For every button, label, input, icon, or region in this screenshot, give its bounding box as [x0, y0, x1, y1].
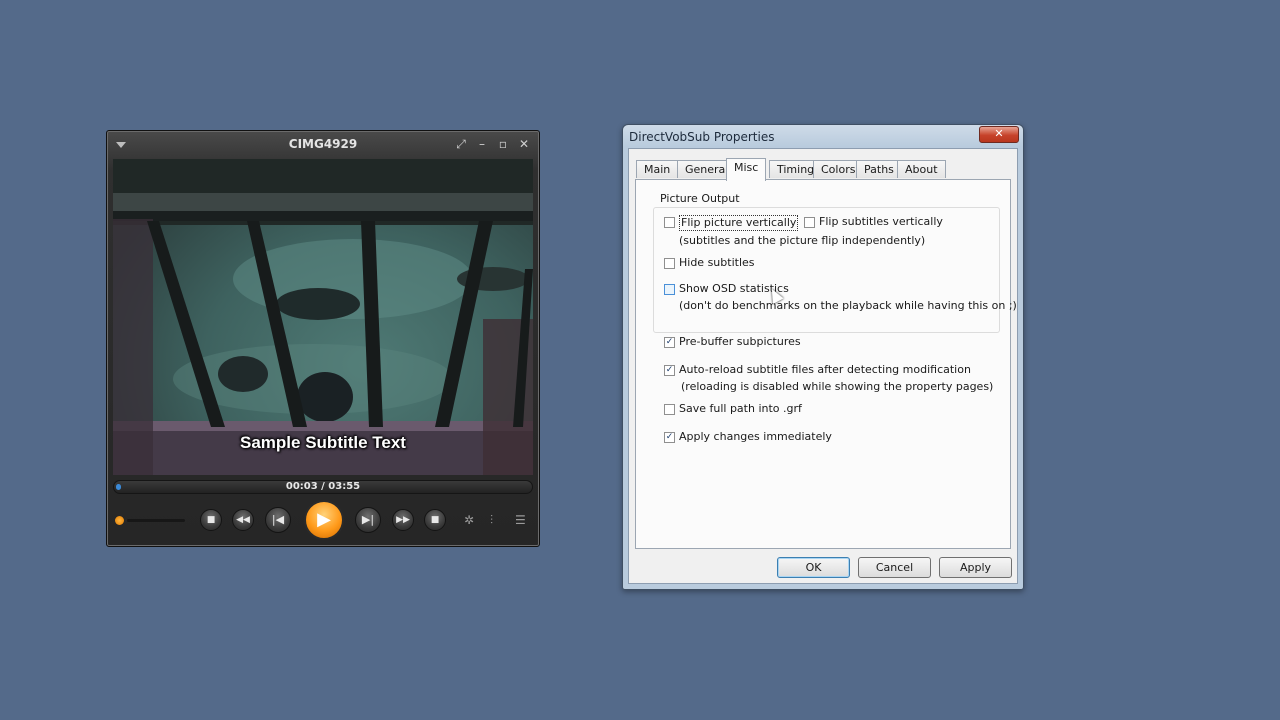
flip-subtitles-label[interactable]: Flip subtitles vertically	[819, 215, 943, 229]
tab-main[interactable]: Main	[636, 160, 679, 178]
stop-button[interactable]: ■	[200, 509, 222, 531]
osd-note: (don't do benchmarks on the playback whi…	[679, 299, 1017, 312]
flip-note: (subtitles and the picture flip independ…	[679, 234, 926, 247]
tab-about[interactable]: About	[897, 160, 946, 178]
minimize-icon[interactable]: –	[475, 137, 489, 151]
apply-button[interactable]: Apply	[939, 557, 1012, 578]
volume-knob[interactable]	[115, 516, 124, 525]
autoreload-checkbox[interactable]: ✓	[664, 365, 675, 376]
settings-icon[interactable]: ✲	[464, 513, 474, 527]
subtitle-text: Sample Subtitle Text	[240, 433, 406, 452]
prebuffer-label[interactable]: Pre-buffer subpictures	[679, 335, 801, 349]
properties-dialog: DirectVobSub Properties ✕ Main General M…	[622, 124, 1024, 590]
time-display: 00:03 / 03:55	[285, 481, 361, 492]
apply-immediately-checkbox[interactable]: ✓	[664, 432, 675, 443]
cancel-button[interactable]: Cancel	[858, 557, 931, 578]
rewind-button[interactable]: ◀◀	[232, 509, 254, 531]
maximize-icon[interactable]: ▫	[496, 137, 510, 151]
video-frame-image	[113, 159, 533, 475]
next-button[interactable]: ▶|	[355, 507, 381, 533]
prebuffer-checkbox[interactable]: ✓	[664, 337, 675, 348]
fast-forward-button[interactable]: ▶▶	[392, 509, 414, 531]
hide-subtitles-label[interactable]: Hide subtitles	[679, 256, 755, 270]
save-path-label[interactable]: Save full path into .grf	[679, 402, 802, 416]
flip-picture-checkbox[interactable]	[664, 217, 675, 228]
flip-subtitles-checkbox[interactable]	[804, 217, 815, 228]
misc-tab-panel: Picture Output Flip picture vertically F…	[635, 179, 1017, 549]
save-path-checkbox[interactable]	[664, 404, 675, 415]
hide-subtitles-checkbox[interactable]	[664, 258, 675, 269]
play-button[interactable]: ▶	[304, 500, 344, 540]
media-player-window: CIMG4929 ⤢ – ▫ ✕ Sample Subtitle Text 00…	[106, 130, 540, 547]
dialog-title: DirectVobSub Properties	[629, 130, 775, 144]
group-title: Picture Output	[658, 192, 742, 206]
autoreload-label[interactable]: Auto-reload subtitle files after detecti…	[679, 363, 971, 377]
previous-button[interactable]: |◀	[265, 507, 291, 533]
autoreload-note: (reloading is disabled while showing the…	[681, 380, 994, 393]
tab-misc[interactable]: Misc	[726, 158, 767, 181]
ok-button[interactable]: OK	[777, 557, 850, 578]
close-icon[interactable]: ✕	[517, 137, 531, 151]
tab-paths[interactable]: Paths	[856, 160, 902, 178]
video-display[interactable]: Sample Subtitle Text	[113, 159, 533, 475]
eject-button[interactable]: ■	[424, 509, 446, 531]
volume-slider[interactable]	[127, 519, 185, 522]
apply-immediately-label[interactable]: Apply changes immediately	[679, 430, 832, 444]
player-controls: ■ ◀◀ |◀ ▶ ▶| ▶▶ ■ ✲ ⫶ ☰	[107, 500, 539, 540]
fullscreen-icon[interactable]: ⤢	[454, 137, 468, 151]
show-osd-checkbox[interactable]	[664, 284, 675, 295]
playlist-icon[interactable]: ☰	[515, 513, 526, 527]
equalizer-icon[interactable]: ⫶	[490, 513, 493, 527]
flip-picture-label[interactable]: Flip picture vertically	[679, 215, 799, 231]
dialog-close-button[interactable]: ✕	[979, 126, 1019, 143]
dialog-body: Main General Misc Timing Colors Paths Ab…	[628, 148, 1018, 584]
